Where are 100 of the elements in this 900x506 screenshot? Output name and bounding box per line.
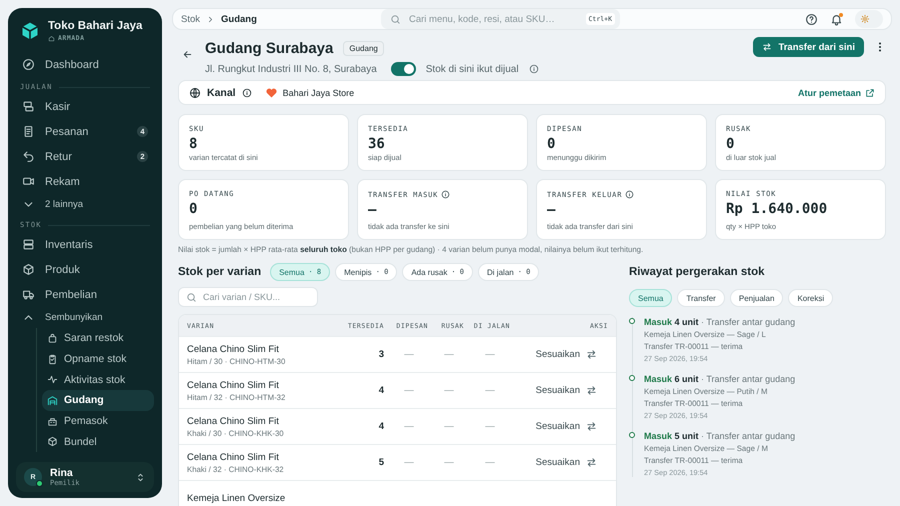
adjust-button[interactable]: Sesuaikan (516, 457, 580, 468)
table-cell-text: — (443, 457, 455, 468)
sidebar-item[interactable]: Gudang (42, 390, 154, 411)
sidebar-item[interactable]: Kasir (16, 94, 154, 119)
timeline-dot (629, 375, 635, 381)
sidebar-item[interactable]: Inventaris (16, 232, 154, 257)
stat-value: — (368, 202, 378, 218)
filter-chip[interactable]: Semua (629, 289, 672, 307)
adjust-button[interactable]: Sesuaikan (516, 421, 580, 432)
table-cell-text: — (484, 457, 496, 468)
adjust-button[interactable]: Sesuaikan (516, 349, 580, 360)
type-tag: Gudang (343, 41, 384, 56)
filter-chip[interactable]: Koreksi (788, 289, 834, 307)
swap-icon (586, 457, 597, 468)
address-text: Jl. Rungkut Industri III No. 8, Surabaya (205, 64, 377, 74)
adjust-button[interactable]: Sesuaikan (516, 385, 580, 396)
sidebar-item[interactable]: Dashboard (16, 52, 154, 77)
expand-toggle[interactable]: 2 lainnya (16, 194, 154, 215)
video-camera-icon (22, 175, 35, 188)
timeline-dot (629, 432, 635, 438)
variant-name: Celana Chino Slim Fit (187, 344, 280, 354)
cube-icon (22, 263, 35, 276)
sun-icon (860, 14, 870, 24)
stat-value: 0 (726, 136, 736, 152)
info-icon (528, 64, 539, 74)
compass-icon (22, 58, 35, 71)
filter-chip[interactable]: Penjualan (730, 289, 784, 307)
sidebar-item[interactable]: Opname stok (42, 348, 154, 370)
stat-value: 8 (189, 136, 198, 152)
stat-value: 0 (547, 136, 556, 152)
sidebar-item[interactable]: Aktivitas stok (42, 369, 154, 390)
info-icon (242, 88, 252, 98)
search-icon (390, 14, 401, 24)
store-label: Bahari Jaya Store (282, 88, 354, 98)
table-cell-text: — (484, 421, 496, 432)
sidebar-item[interactable]: Rekam (16, 169, 154, 194)
cube-logo-icon (20, 21, 40, 41)
table-cell-text: 3 (378, 349, 384, 360)
table-cell-text: — (443, 385, 455, 396)
bell-icon (830, 12, 843, 26)
swap-icon (586, 349, 597, 360)
undo-icon (22, 150, 35, 163)
building-icon (47, 416, 58, 427)
sidebar-item[interactable]: Produk (16, 257, 154, 282)
warehouse-icon (47, 394, 58, 406)
table-cell-text: — (443, 421, 455, 432)
table-cell-text: — (403, 349, 415, 360)
cube-icon (47, 436, 58, 448)
stat-value: Rp 1.640.000 (726, 201, 828, 217)
truck-icon (22, 288, 35, 301)
table-cell-text: — (403, 457, 415, 468)
notifications-button[interactable] (830, 12, 843, 26)
table-cell-text: — (403, 421, 415, 432)
expand-toggle[interactable]: Sembunyikan (16, 307, 154, 328)
movement-summary: Masuk 4 unit · Transfer antar gudang (644, 317, 796, 327)
search-icon (186, 292, 197, 302)
info-icon (441, 190, 450, 199)
breadcrumb-link[interactable]: Stok (181, 14, 200, 24)
document-icon (22, 125, 35, 138)
variant-name: Celana Chino Slim Fit (187, 452, 280, 462)
swap-icon (586, 421, 597, 432)
variant-name: Celana Chino Slim Fit (187, 416, 280, 426)
external-link-icon (865, 88, 875, 98)
table-cell-text: — (484, 349, 496, 360)
server-icon (22, 238, 35, 251)
register-icon (22, 100, 35, 113)
stat-value: 36 (368, 136, 386, 152)
section-title: Stok per varian (178, 266, 262, 278)
table-cell-text: — (484, 385, 496, 396)
mapping-link[interactable]: Atur pemetaan (798, 88, 875, 98)
movement-summary: Masuk 6 unit · Transfer antar gudang (644, 374, 796, 384)
swap-icon (762, 42, 772, 52)
page-title: Gudang Surabaya (205, 40, 334, 57)
timeline-dot (629, 318, 635, 324)
sidebar-item[interactable]: Pembelian (16, 282, 154, 307)
clipboard-icon (47, 354, 58, 365)
info-icon (625, 190, 634, 199)
table-cell-text: — (443, 349, 455, 360)
sidebar-item[interactable]: Pemasok (42, 410, 154, 432)
user-name: Rina (50, 467, 74, 479)
channel-label: Kanal (207, 86, 236, 98)
heart-logo-icon (266, 88, 277, 98)
section-title: Riwayat pergerakan stok (629, 266, 766, 278)
variant-name: Kemeja Linen Oversize (187, 493, 286, 504)
filter-chip[interactable]: Transfer (677, 289, 725, 307)
pulse-icon (47, 374, 58, 386)
table-cell-text: 4 (378, 421, 384, 432)
sidebar-item[interactable]: Saran restok (42, 328, 154, 349)
toggle-switch[interactable] (390, 62, 416, 76)
stat-value: 0 (189, 201, 198, 217)
sidebar-item[interactable]: Bundel (42, 431, 154, 452)
table-cell-text: 5 (378, 457, 384, 468)
back-arrow-icon (182, 49, 193, 60)
help-icon (805, 12, 818, 26)
bag-icon (47, 332, 58, 344)
theme-toggle[interactable] (855, 10, 883, 28)
table-cell-text: — (403, 385, 415, 396)
transfer-button[interactable]: Transfer dari sini (753, 37, 864, 57)
breadcrumb-current: Gudang (221, 14, 257, 24)
table-cell-text: 4 (378, 385, 384, 396)
